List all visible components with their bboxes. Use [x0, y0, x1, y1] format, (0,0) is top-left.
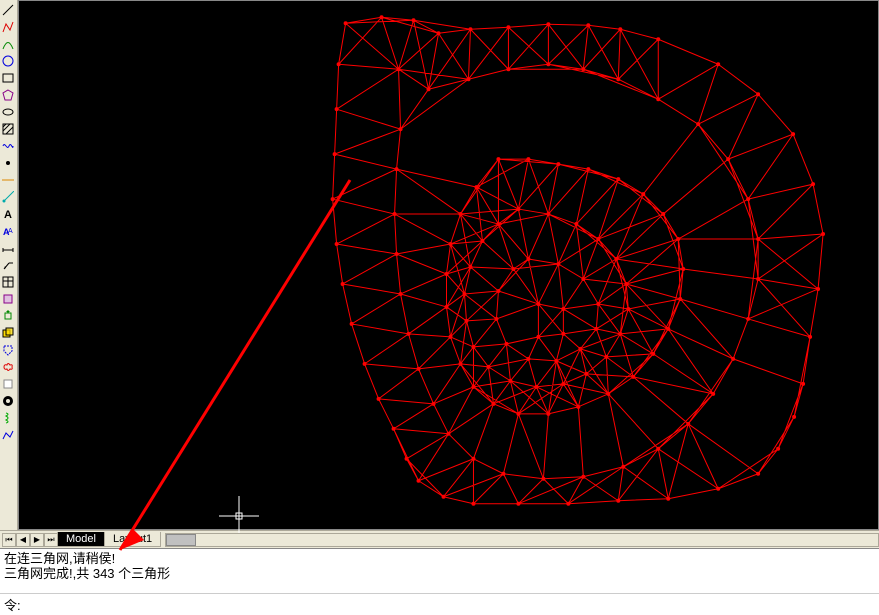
triangle-count: 343	[93, 566, 115, 581]
ray-tool[interactable]	[0, 189, 16, 205]
insert-tool[interactable]	[0, 308, 16, 324]
msg-prefix: 三角网完成!,共	[4, 566, 93, 581]
tab-nav-next[interactable]: ▶	[30, 533, 44, 547]
horizontal-scrollbar[interactable]	[165, 533, 879, 547]
left-toolbar: A AA	[0, 0, 18, 530]
scroll-thumb[interactable]	[166, 534, 196, 546]
construction-line-tool[interactable]	[0, 172, 16, 188]
svg-text:A: A	[8, 228, 13, 235]
rectangle-tool[interactable]	[0, 70, 16, 86]
hatch-tool[interactable]	[0, 121, 16, 137]
line-tool[interactable]	[0, 2, 16, 18]
revision-cloud-tool[interactable]	[0, 359, 16, 375]
wipeout-tool[interactable]	[0, 376, 16, 392]
tab-nav-last[interactable]: ⏭	[44, 533, 58, 547]
leader-tool[interactable]	[0, 257, 16, 273]
table-tool[interactable]	[0, 274, 16, 290]
command-prompt: 令:	[4, 595, 21, 614]
dimension-tool[interactable]	[0, 240, 16, 256]
command-input[interactable]	[21, 597, 875, 612]
mtext-tool[interactable]: AA	[0, 223, 16, 239]
tab-layout1[interactable]: Layout1	[104, 532, 161, 547]
donut-tool[interactable]	[0, 393, 16, 409]
polyline-tool[interactable]	[0, 19, 16, 35]
tab-model[interactable]: Model	[57, 532, 105, 547]
spline-tool[interactable]	[0, 138, 16, 154]
tab-nav-first[interactable]: ⏮	[2, 533, 16, 547]
layout-tabs-row: ⏮ ◀ ▶ ⏭ Model Layout1	[0, 530, 879, 548]
boundary-tool[interactable]	[0, 342, 16, 358]
text-tool[interactable]: A	[0, 206, 16, 222]
arc-tool[interactable]	[0, 36, 16, 52]
drawing-viewport[interactable]	[18, 0, 879, 530]
region-tool[interactable]	[0, 325, 16, 341]
helix-tool[interactable]	[0, 410, 16, 426]
triangulation-mesh	[19, 1, 878, 529]
command-line-1: 在连三角网,请稍侯!	[4, 551, 875, 566]
point-tool[interactable]	[0, 155, 16, 171]
command-history: 在连三角网,请稍侯! 三角网完成!,共 343 个三角形	[0, 548, 879, 593]
command-input-row: 令:	[0, 593, 879, 615]
circle-tool[interactable]	[0, 53, 16, 69]
tab-nav-prev[interactable]: ◀	[16, 533, 30, 547]
command-line-2: 三角网完成!,共 343 个三角形	[4, 566, 875, 581]
msg-suffix: 个三角形	[115, 566, 171, 581]
ellipse-tool[interactable]	[0, 104, 16, 120]
block-tool[interactable]	[0, 291, 16, 307]
polygon-tool[interactable]	[0, 87, 16, 103]
3dpoly-tool[interactable]	[0, 427, 16, 443]
svg-text:A: A	[4, 209, 12, 220]
